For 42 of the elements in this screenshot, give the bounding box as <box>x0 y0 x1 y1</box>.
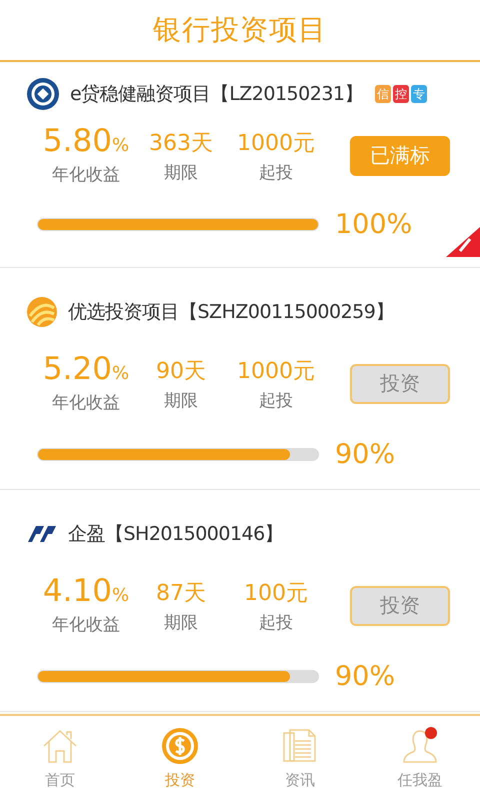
minimum-label: 起投 <box>259 162 293 184</box>
minimum-amount: 100元 <box>244 580 308 608</box>
minimum-label: 起投 <box>259 612 293 634</box>
annual-rate: 5.80% <box>42 124 130 161</box>
rate-label: 年化收益 <box>52 614 120 637</box>
minimum-amount: 1000元 <box>237 130 315 158</box>
dollar-coin-icon <box>161 726 199 764</box>
project-name: 优选投资项目【SZHZ00115000259】 <box>68 300 394 325</box>
tag-label: 控 <box>393 85 409 103</box>
project-name: e贷稳健融资项目【LZ20150231】 <box>70 82 363 107</box>
progress-percent: 90% <box>335 661 396 692</box>
annual-rate: 5.20% <box>42 352 130 389</box>
rate-label: 年化收益 <box>52 392 120 415</box>
term-label: 期限 <box>164 162 198 184</box>
tab[interactable]: 任我盈 <box>360 716 480 800</box>
documents-icon <box>281 726 319 764</box>
term-value: 363天 <box>149 130 213 158</box>
minimum-amount: 1000元 <box>237 358 315 386</box>
rate-label: 年化收益 <box>52 164 120 187</box>
project-card[interactable]: 优选投资项目【SZHZ00115000259】 5.20% 年化收益 90天 期限 1000元 起投 投资 90% <box>0 268 480 490</box>
term-label: 期限 <box>164 612 198 634</box>
tag-label: 专 <box>411 85 427 103</box>
annual-rate: 4.10% <box>42 574 130 611</box>
progress-percent: 100% <box>335 209 412 240</box>
bank-logo-icon <box>26 77 60 111</box>
project-card[interactable]: 企盈【SH2015000146】 4.10% 年化收益 87天 期限 100元 起投 投资 90% <box>0 490 480 712</box>
invest-button[interactable]: 投资 <box>350 586 450 626</box>
term-label: 期限 <box>164 390 198 412</box>
page-title: 银行投资项目 <box>153 12 327 48</box>
project-card[interactable]: e贷稳健融资项目【LZ20150231】 信 控 专 5.80% 年化收益 363天 期限 1000元 起投 已满标 100% <box>0 62 480 268</box>
tab[interactable]: 资讯 <box>240 716 360 800</box>
tab[interactable]: 投资 <box>120 716 240 800</box>
term-value: 87天 <box>156 580 206 608</box>
minimum-label: 起投 <box>259 390 293 412</box>
progress-percent: 90% <box>335 439 396 470</box>
tag-label: 信 <box>375 85 391 103</box>
orb-logo-icon <box>26 296 58 328</box>
project-name: 企盈【SH2015000146】 <box>68 522 284 547</box>
tab[interactable]: 首页 <box>0 716 120 800</box>
term-value: 90天 <box>156 358 206 386</box>
invest-button[interactable]: 已满标 <box>350 136 450 176</box>
invest-button[interactable]: 投资 <box>350 364 450 404</box>
